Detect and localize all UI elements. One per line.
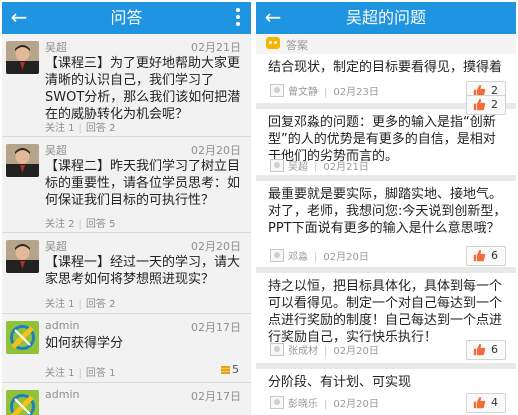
answer-author: 邓淼 bbox=[288, 252, 308, 263]
answer-date: 02月20日 bbox=[323, 252, 369, 263]
follow-count: 关注 1 bbox=[45, 123, 75, 134]
answer-text: 分阶段、有计划、可实现 bbox=[268, 375, 412, 390]
answer-author: 彭晓乐 bbox=[288, 399, 318, 410]
reward-amount: 5 bbox=[232, 363, 239, 376]
follow-count: 关注 1 bbox=[45, 368, 75, 379]
answer-date: 02月21日 bbox=[323, 162, 369, 173]
question-author: admin bbox=[45, 388, 80, 401]
like-button[interactable]: 4 bbox=[466, 393, 506, 413]
answer-meta: 邓淼 | 02月20日 bbox=[270, 249, 369, 263]
question-stats: 关注 1 | 回答 1 bbox=[45, 368, 116, 379]
answer-meta: 张成材 | 02月20日 bbox=[270, 343, 379, 357]
question-date: 02月20日 bbox=[191, 240, 241, 253]
like-count: 4 bbox=[491, 396, 498, 409]
user-icon bbox=[270, 396, 284, 409]
avatar bbox=[6, 41, 39, 74]
answer-text: 回复邓淼的问题：更多的输入是指“创新型”的人的优势是有更多的自信，是相对于他们的… bbox=[268, 115, 496, 164]
question-item[interactable]: 吴超 02月21日 【课程三】为了更好地帮助大家更清晰的认识自己，我们学习了SW… bbox=[2, 34, 251, 137]
section-label: 答案 bbox=[286, 39, 308, 52]
user-questions-screen: ← 吴超的问题 答案 结合现状，制定的目标要看得见，摸得着 曾文静 | 02月23日… bbox=[256, 2, 516, 415]
question-author: admin bbox=[45, 319, 80, 332]
question-item[interactable]: 吴超 02月20日 【课程一】经过一天的学习，请大家思考如何将梦想照进现实？ 关… bbox=[2, 233, 251, 314]
follow-count: 关注 1 bbox=[45, 299, 75, 310]
answer-count: 回答 5 bbox=[85, 219, 116, 230]
answer-count: 回答 1 bbox=[85, 368, 116, 379]
thumb-up-icon bbox=[473, 396, 486, 409]
question-text: 【课程二】昨天我们学习了树立目标的重要性，请各位学员思考：如何保证我们目标的可执… bbox=[45, 159, 241, 208]
answer-author: 吴超 bbox=[288, 162, 308, 173]
avatar bbox=[6, 240, 39, 273]
app-bar: ← 问答 bbox=[2, 2, 251, 34]
question-item[interactable]: 吴超 02月20日 【课程二】昨天我们学习了树立目标的重要性，请各位学员思考：如… bbox=[2, 137, 251, 233]
thumb-up-icon bbox=[473, 98, 486, 111]
question-text: 【课程三】为了更好地帮助大家更清晰的认识自己，我们学习了SWOT分析，那么我们该… bbox=[45, 56, 241, 122]
user-icon bbox=[270, 159, 284, 172]
question-date: 02月21日 bbox=[191, 41, 241, 54]
like-button[interactable]: 6 bbox=[466, 340, 506, 360]
qa-list-screen: ← 问答 吴超 02月21日 【课程三】为了更好地帮助大家更清晰的认识自己，我们… bbox=[2, 2, 251, 415]
thumb-up-icon bbox=[473, 249, 486, 262]
answer-date: 02月20日 bbox=[333, 346, 379, 357]
answer-author: 曾文静 bbox=[288, 87, 318, 98]
answer-author: 张成材 bbox=[288, 346, 318, 357]
answer-text: 最重要就是要实际，脚踏实地、接地气。对了，老师，我想问您:今天说到创新型，PPT… bbox=[268, 187, 507, 236]
answer-item[interactable]: 回复邓淼的问题：更多的输入是指“创新型”的人的优势是有更多的自信，是相对于他们的… bbox=[256, 95, 516, 181]
answer-count: 回答 2 bbox=[85, 123, 116, 134]
question-text: 如何获得学分 bbox=[45, 336, 124, 351]
answers-section-header: 答案 bbox=[256, 34, 516, 54]
question-author: 吴超 bbox=[45, 240, 67, 253]
answer-meta: 吴超 | 02月21日 bbox=[270, 159, 369, 173]
page-title: 问答 bbox=[110, 8, 143, 27]
question-date: 02月17日 bbox=[191, 390, 241, 403]
answer-text: 结合现状，制定的目标要看得见，摸得着 bbox=[268, 60, 503, 75]
page-title: 吴超的问题 bbox=[345, 8, 426, 27]
question-date: 02月17日 bbox=[191, 321, 241, 334]
question-author: 吴超 bbox=[45, 144, 67, 157]
like-count: 2 bbox=[491, 98, 498, 111]
follow-count: 关注 2 bbox=[45, 219, 75, 230]
question-text: 【课程一】经过一天的学习，请大家思考如何将梦想照进现实？ bbox=[45, 255, 241, 287]
user-icon bbox=[270, 343, 284, 356]
overflow-menu-icon[interactable] bbox=[235, 8, 241, 28]
app-bar: ← 吴超的问题 bbox=[256, 2, 516, 34]
question-author: 吴超 bbox=[45, 41, 67, 54]
like-button[interactable]: 2 bbox=[466, 95, 506, 115]
qa-bubble-icon bbox=[266, 37, 280, 49]
answer-date: 02月23日 bbox=[333, 87, 379, 98]
like-count: 6 bbox=[491, 343, 498, 356]
avatar bbox=[6, 390, 39, 415]
answer-meta: 彭晓乐 | 02月20日 bbox=[270, 396, 379, 410]
thumb-up-icon bbox=[473, 343, 486, 356]
answer-date: 02月20日 bbox=[333, 399, 379, 410]
answer-text: 持之以恒，把目标具体化，具体到每一个可以看得见。制定一个对自己每达到一个点进行奖… bbox=[268, 279, 503, 345]
question-item[interactable]: admin 02月17日 如何获得学分 关注 1 | 回答 1 5 bbox=[2, 314, 251, 383]
like-button[interactable]: 6 bbox=[466, 246, 506, 266]
question-stats: 关注 1 | 回答 2 bbox=[45, 299, 116, 310]
answer-item[interactable]: 持之以恒，把目标具体化，具体到每一个可以看得见。制定一个对自己每达到一个点进行奖… bbox=[256, 273, 516, 369]
question-item[interactable]: admin 02月17日 bbox=[2, 383, 251, 415]
like-count: 6 bbox=[491, 249, 498, 262]
coin-stack-icon bbox=[221, 366, 230, 374]
question-stats: 关注 1 | 回答 2 bbox=[45, 123, 116, 134]
question-date: 02月20日 bbox=[191, 144, 241, 157]
question-stats: 关注 2 | 回答 5 bbox=[45, 219, 116, 230]
user-icon bbox=[270, 84, 284, 97]
answer-count: 回答 2 bbox=[85, 299, 116, 310]
answer-meta: 曾文静 | 02月23日 bbox=[270, 84, 379, 98]
reward-points: 5 bbox=[221, 363, 239, 376]
avatar bbox=[6, 144, 39, 177]
answer-item[interactable]: 分阶段、有计划、可实现 彭晓乐 | 02月20日 4 bbox=[256, 369, 516, 415]
avatar bbox=[6, 321, 39, 354]
answer-item[interactable]: 最重要就是要实际，脚踏实地、接地气。对了，老师，我想问您:今天说到创新型，PPT… bbox=[256, 181, 516, 273]
user-icon bbox=[270, 249, 284, 262]
